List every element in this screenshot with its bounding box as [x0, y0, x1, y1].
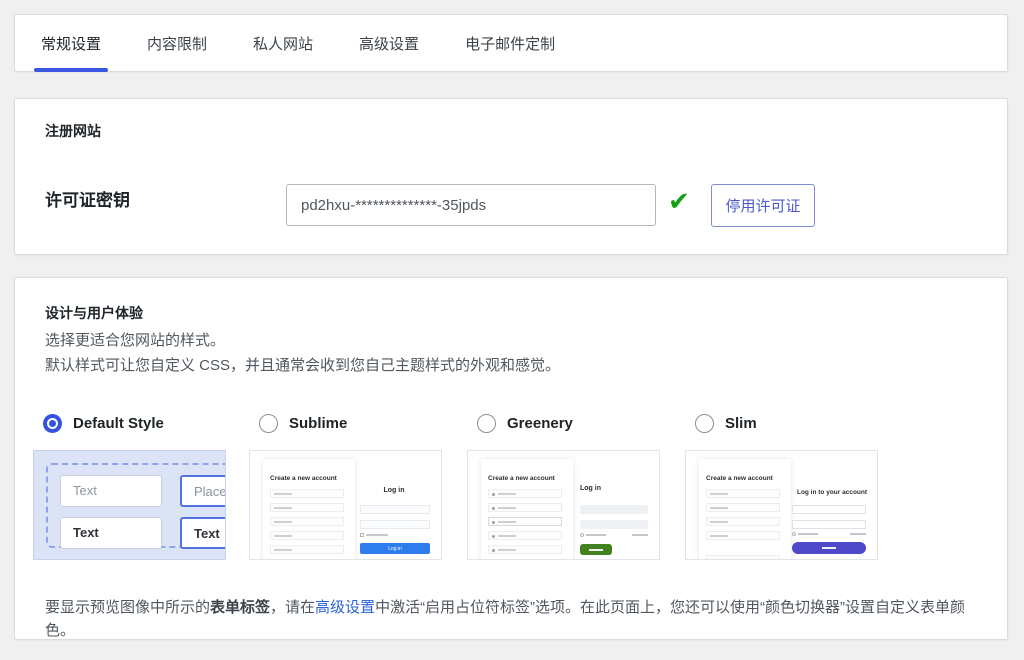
advanced-settings-link[interactable]: 高级设置 [315, 599, 375, 616]
login-button-mock: Log in [360, 543, 430, 554]
radio-greenery[interactable]: Greenery [477, 414, 573, 433]
tab-content-restrictions[interactable]: 内容限制 [140, 15, 214, 71]
check-icon: ✔ [668, 186, 690, 217]
signup-panel: Create a new account [481, 459, 573, 560]
footnote-text: 要显示预览图像中所示的 [45, 599, 210, 616]
signup-panel: Create a new account [263, 459, 355, 560]
design-ux-heading: 设计与用户体验 [45, 303, 143, 323]
radio-button-icon[interactable] [695, 414, 714, 433]
login-title: Log in [580, 485, 601, 492]
radio-button-icon[interactable] [259, 414, 278, 433]
preview-default-style[interactable]: Text Placeh Text Text [33, 450, 226, 560]
register-site-heading: 注册网站 [45, 121, 101, 141]
preview-footnote: 要显示预览图像中所示的表单标签，请在高级设置中激活“启用占位符标签”选项。在此页… [45, 597, 979, 642]
tab-advanced-settings[interactable]: 高级设置 [352, 15, 426, 71]
radio-default-style[interactable]: Default Style [43, 414, 164, 433]
preview-field-text: Text [60, 517, 162, 549]
login-button-mock [580, 544, 612, 555]
tab-email-customization[interactable]: 电子邮件定制 [458, 15, 562, 71]
radio-slim[interactable]: Slim [695, 414, 757, 433]
preview-sublime[interactable]: Create a new account Log in Log in [249, 450, 442, 560]
signup-title: Create a new account [488, 475, 555, 482]
signup-panel: Create a new account [699, 459, 791, 560]
preview-greenery[interactable]: Create a new account Log in [467, 450, 660, 560]
design-section-card: 设计与用户体验 选择更适合您网站的样式。 默认样式可让您自定义 CSS，并且通常… [14, 277, 1008, 640]
radio-label: Default Style [73, 415, 164, 432]
license-key-label: 许可证密钥 [45, 186, 130, 211]
login-button-mock [792, 542, 866, 554]
license-section-card: 注册网站 许可证密钥 ✔ 停用许可证 [14, 98, 1008, 255]
style-description-line2: 默认样式可让您自定义 CSS，并且通常会收到您自己主题样式的外观和感觉。 [45, 354, 560, 375]
radio-button-icon[interactable] [477, 414, 496, 433]
footnote-text: ，请在 [270, 599, 315, 616]
preview-field-text: Text [60, 475, 162, 507]
radio-label: Greenery [507, 415, 573, 432]
deactivate-license-button[interactable]: 停用许可证 [711, 184, 815, 227]
radio-button-icon[interactable] [43, 414, 62, 433]
login-title: Log in [358, 487, 430, 494]
signup-title: Create a new account [706, 475, 773, 482]
settings-tab-bar: 常规设置 内容限制 私人网站 高级设置 电子邮件定制 [14, 14, 1008, 72]
style-description-line1: 选择更适合您网站的样式。 [45, 329, 225, 350]
preview-slim[interactable]: Create a new account Log in to your acco… [685, 450, 878, 560]
radio-label: Sublime [289, 415, 347, 432]
radio-sublime[interactable]: Sublime [259, 414, 347, 433]
preview-field-placeholder: Placeh [180, 475, 226, 507]
tab-general-settings[interactable]: 常规设置 [34, 15, 108, 71]
license-key-input[interactable] [286, 184, 656, 226]
footnote-bold-form-labels: 表单标签 [210, 599, 270, 616]
preview-field-text: Text [180, 517, 226, 549]
radio-label: Slim [725, 415, 757, 432]
tab-private-site[interactable]: 私人网站 [246, 15, 320, 71]
login-title: Log in to your account [790, 489, 874, 496]
signup-title: Create a new account [270, 475, 337, 482]
